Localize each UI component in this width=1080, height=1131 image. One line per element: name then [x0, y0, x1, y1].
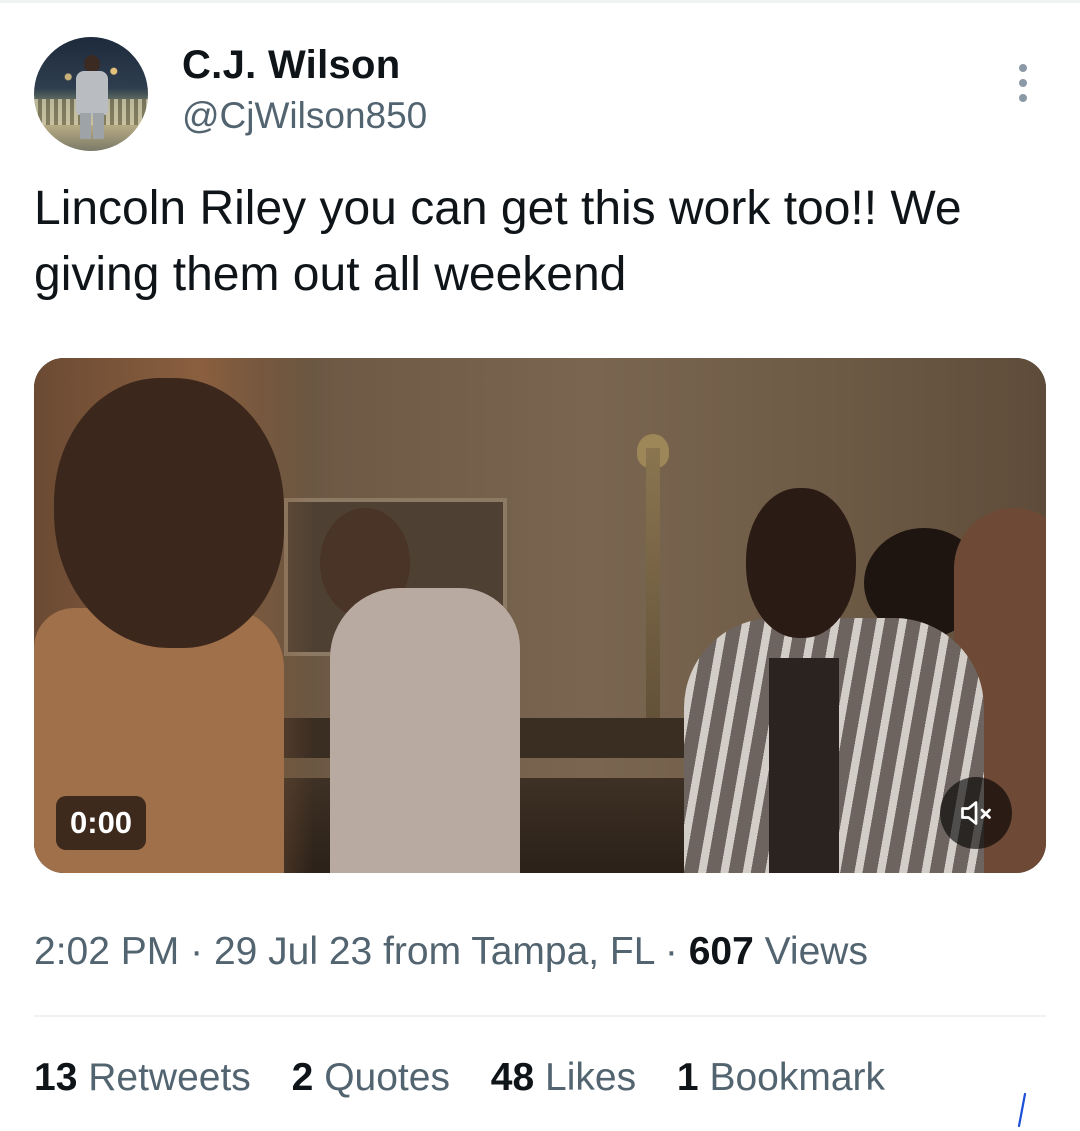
tweet-location: from Tampa, FL [383, 930, 655, 973]
bookmarks-stat[interactable]: 1 Bookmark [677, 1056, 885, 1100]
author-name[interactable]: C.J. Wilson [182, 43, 401, 88]
retweets-stat[interactable]: 13 Retweets [34, 1056, 251, 1100]
author-handle[interactable]: @CjWilson850 [182, 95, 427, 137]
volume-muted-icon [961, 801, 991, 825]
views-label: Views [764, 930, 868, 973]
divider [34, 1015, 1046, 1017]
tweet-time[interactable]: 2:02 PM [34, 930, 179, 973]
floor-lamp [646, 448, 660, 748]
tweet-date[interactable]: 29 Jul 23 [214, 930, 372, 973]
video-frame-person [54, 378, 284, 648]
more-options-icon[interactable] [1010, 64, 1036, 104]
author-avatar[interactable] [34, 37, 148, 151]
top-border [0, 0, 1080, 3]
pen-stroke-mark [1017, 1092, 1027, 1128]
engagement-stats: 13 Retweets 2 Quotes 48 Likes 1 Bookmark [34, 1056, 915, 1100]
video-timestamp: 0:00 [56, 796, 147, 850]
tweet-metadata: 2:02 PM · 29 Jul 23 from Tampa, FL · 607… [34, 930, 868, 973]
views-count: 607 [688, 930, 754, 973]
likes-stat[interactable]: 48 Likes [491, 1056, 636, 1100]
mute-button[interactable] [940, 777, 1012, 849]
video-player[interactable]: 0:00 [34, 358, 1046, 873]
quotes-stat[interactable]: 2 Quotes [292, 1056, 450, 1100]
tweet-text: Lincoln Riley you can get this work too!… [34, 182, 962, 301]
